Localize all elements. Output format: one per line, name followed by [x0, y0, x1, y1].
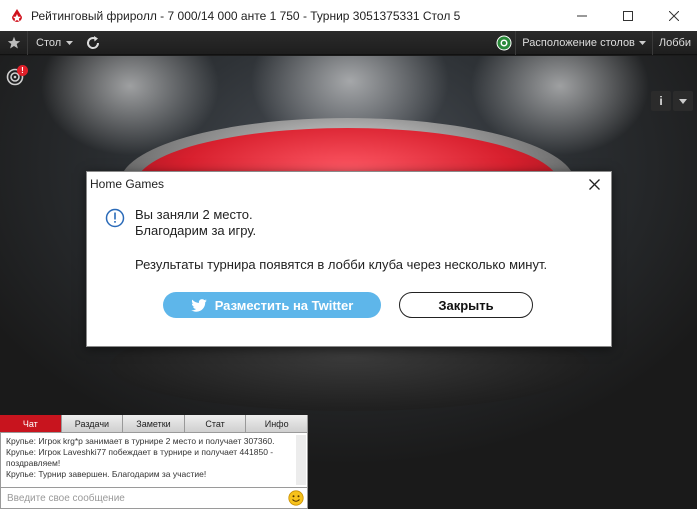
share-twitter-button[interactable]: Разместить на Twitter [163, 292, 381, 318]
chevron-down-icon [638, 40, 646, 45]
tab-notes[interactable]: Заметки [123, 415, 185, 432]
tab-info[interactable]: Инфо [246, 415, 308, 432]
info-icon [105, 208, 125, 228]
minimize-button[interactable] [559, 0, 605, 31]
dialog-title: Home Games [90, 177, 165, 191]
chat-tabs: Чат Раздачи Заметки Стат Инфо [0, 415, 308, 432]
favorite-button[interactable] [0, 31, 28, 55]
chat-message: Крупье: Турнир завершен. Благодарим за у… [6, 469, 207, 479]
chat-message: Крупье: Игрок Laveshki77 побеждает в тур… [6, 447, 274, 468]
table-theme-button[interactable] [493, 32, 515, 54]
table-menu-label: Стол [36, 37, 62, 49]
table-layout-label: Расположение столов [522, 37, 635, 49]
thanks-message: Благодарим за игру. [135, 223, 257, 238]
pokerstars-logo-icon [12, 8, 22, 22]
chat-log: Крупье: Игрок krg*p занимает в турнире 2… [0, 432, 308, 488]
results-message: Результаты турнира появятся в лобби клуб… [135, 257, 548, 272]
minimize-icon [577, 15, 587, 16]
window-titlebar: Рейтинговый фриролл - 7 000/14 000 анте … [0, 0, 697, 31]
chevron-down-icon [679, 98, 687, 104]
lobby-button[interactable]: Лобби [651, 31, 697, 55]
table-toolbar: Стол Расположение столов Лобби [0, 31, 697, 55]
tab-hands[interactable]: Раздачи [61, 415, 124, 432]
window-controls [559, 0, 697, 31]
close-icon [588, 178, 600, 190]
emoji-icon[interactable] [288, 490, 304, 506]
chat-message: Крупье: Игрок krg*p занимает в турнире 2… [6, 436, 275, 446]
table-info-menu-button[interactable] [673, 91, 693, 111]
place-message: Вы заняли 2 место. [135, 207, 253, 222]
tab-stats[interactable]: Стат [184, 415, 247, 432]
chat-scrollbar[interactable] [296, 435, 306, 485]
chevron-down-icon [66, 40, 74, 45]
maximize-icon [623, 10, 633, 21]
twitter-icon [190, 298, 207, 312]
refresh-icon [87, 36, 100, 49]
table-info-button[interactable]: i [651, 91, 671, 111]
close-button[interactable]: Закрыть [399, 292, 533, 318]
replay-button[interactable] [81, 31, 105, 55]
table-menu[interactable]: Стол [28, 37, 81, 49]
chat-input[interactable]: Введите свое сообщение [0, 488, 308, 509]
share-twitter-label: Разместить на Twitter [214, 297, 354, 313]
close-icon [669, 10, 679, 21]
window-title: Рейтинговый фриролл - 7 000/14 000 анте … [31, 8, 461, 23]
star-icon [7, 36, 20, 49]
dialog-close-button[interactable] [585, 175, 603, 193]
tab-chat[interactable]: Чат [0, 415, 62, 432]
close-window-button[interactable] [651, 0, 697, 31]
maximize-button[interactable] [605, 0, 651, 31]
chat-panel: Чат Раздачи Заметки Стат Инфо Крупье: Иг… [0, 415, 308, 509]
notification-badge: ! [17, 65, 28, 76]
chip-icon [496, 35, 512, 51]
tournament-result-dialog: Home Games Вы заняли 2 место. Благодарим… [86, 171, 612, 347]
table-layout-menu[interactable]: Расположение столов [515, 31, 652, 55]
chat-input-placeholder: Введите свое сообщение [7, 492, 125, 504]
